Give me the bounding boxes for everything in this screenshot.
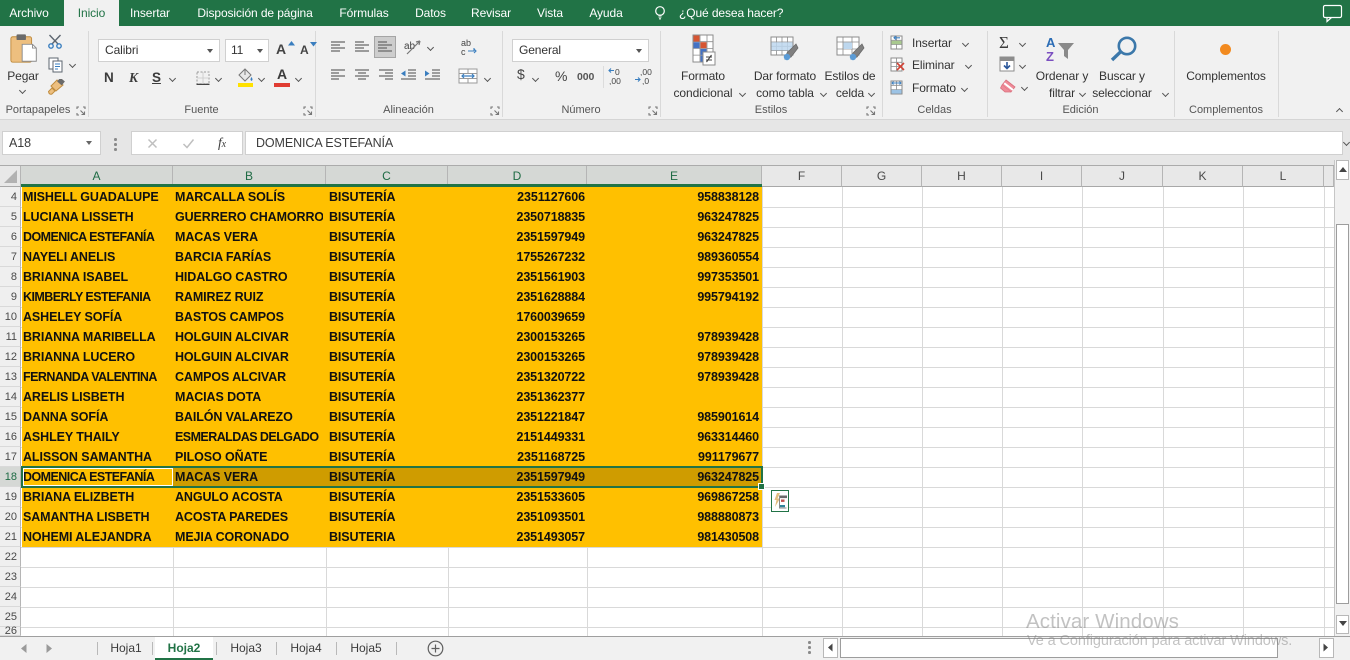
svg-text:c: c xyxy=(461,47,466,56)
svg-text:,0: ,0 xyxy=(642,76,649,86)
svg-text:,00: ,00 xyxy=(609,76,621,86)
svg-text:A: A xyxy=(1046,35,1056,50)
svg-text:Z: Z xyxy=(1046,49,1054,63)
